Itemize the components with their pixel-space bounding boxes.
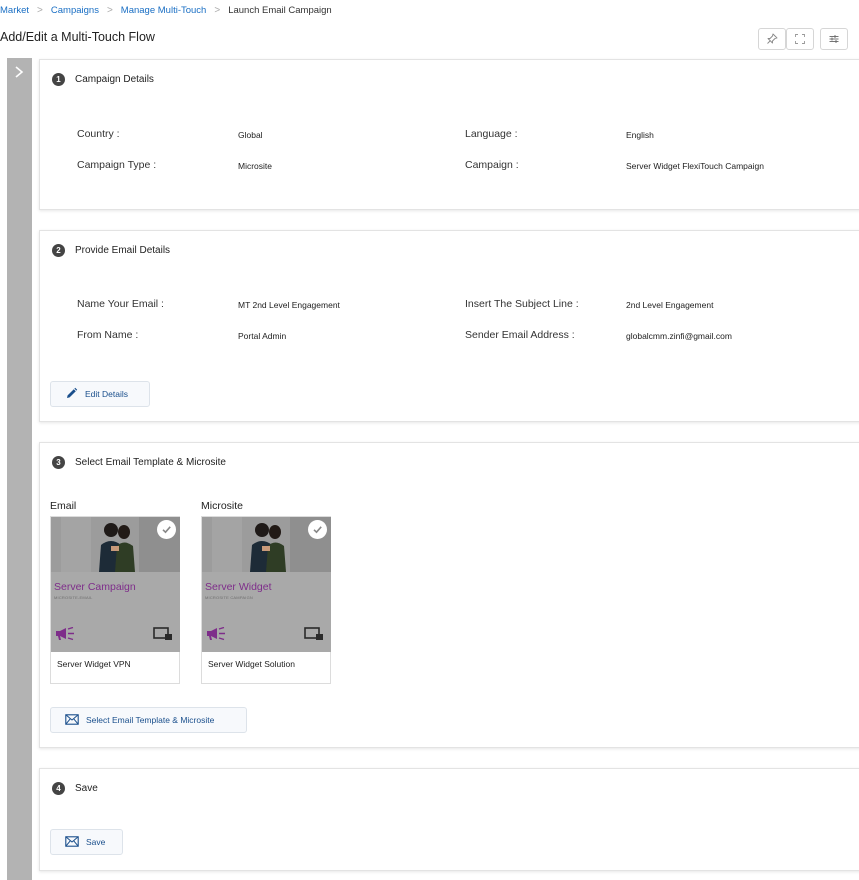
sender-email-value: globalcmm.zinfi@gmail.com <box>626 331 732 341</box>
save-title: Save <box>75 783 98 794</box>
template-selection-title: Select Email Template & Microsite <box>75 457 226 468</box>
country-label: Country : <box>77 128 120 140</box>
campaign-type-label: Campaign Type : <box>77 159 157 171</box>
save-panel: 4 Save Save <box>39 768 859 871</box>
template-selection-header: 3 Select Email Template & Microsite <box>52 456 226 469</box>
email-template-thumbnail: Server Campaign MICROSITE-EMAIL <box>51 517 180 652</box>
email-template-name: Server Widget VPN <box>57 659 131 669</box>
breadcrumb-separator-icon: > <box>106 4 113 16</box>
campaign-label: Campaign : <box>465 159 519 171</box>
sender-email-label: Sender Email Address : <box>465 329 575 341</box>
megaphone-icon <box>55 626 75 646</box>
select-template-label: Select Email Template & Microsite <box>86 715 215 725</box>
email-name-value: MT 2nd Level Engagement <box>238 300 340 310</box>
step-number-badge: 2 <box>52 244 65 257</box>
breadcrumb-market[interactable]: Market <box>0 5 29 16</box>
microsite-thumbnail-title: Server Widget <box>205 581 272 593</box>
country-value: Global <box>238 130 263 140</box>
email-thumbnail-title: Server Campaign <box>54 581 136 593</box>
subject-line-label: Insert The Subject Line : <box>465 298 579 310</box>
desktop-icon <box>153 627 173 646</box>
expand-icon <box>794 33 806 45</box>
breadcrumb: Market > Campaigns > Manage Multi-Touch … <box>0 3 332 17</box>
chevron-right-icon[interactable] <box>13 65 25 84</box>
envelope-icon <box>65 835 86 849</box>
step-number-badge: 4 <box>52 782 65 795</box>
pin-button[interactable] <box>758 28 786 50</box>
email-details-title: Provide Email Details <box>75 245 171 256</box>
language-value: English <box>626 130 654 140</box>
email-heading: Email <box>50 500 77 512</box>
microsite-heading: Microsite <box>201 500 244 512</box>
save-button[interactable]: Save <box>50 829 123 855</box>
campaign-details-header: 1 Campaign Details <box>52 73 154 86</box>
email-details-panel: 2 Provide Email Details Name Your Email … <box>39 230 859 422</box>
breadcrumb-separator-icon: > <box>37 4 43 16</box>
save-header: 4 Save <box>52 782 98 795</box>
desktop-icon <box>304 627 324 646</box>
edit-details-label: Edit Details <box>85 389 128 399</box>
microsite-template-card[interactable]: Server Widget MICROSITE CAMPAIGN Server … <box>201 516 331 684</box>
step-number-badge: 1 <box>52 73 65 86</box>
microsite-template-name: Server Widget Solution <box>208 659 295 669</box>
microsite-template-thumbnail: Server Widget MICROSITE CAMPAIGN <box>202 517 331 652</box>
campaign-type-value: Microsite <box>238 161 273 171</box>
from-name-value: Portal Admin <box>238 331 287 341</box>
breadcrumb-current: Launch Email Campaign <box>228 4 332 16</box>
subject-line-value: 2nd Level Engagement <box>626 300 714 310</box>
selected-check-icon <box>308 520 327 539</box>
language-label: Language : <box>465 128 518 140</box>
campaign-value: Server Widget FlexiTouch Campaign <box>626 161 764 171</box>
campaign-details-panel: 1 Campaign Details Country : Global Lang… <box>39 59 859 210</box>
selected-check-icon <box>157 520 176 539</box>
from-name-label: From Name : <box>77 329 139 341</box>
envelope-icon <box>65 713 86 727</box>
pencil-icon <box>65 387 85 402</box>
email-template-card[interactable]: Server Campaign MICROSITE-EMAIL Server W… <box>50 516 180 684</box>
select-template-button[interactable]: Select Email Template & Microsite <box>50 707 247 733</box>
side-panel-rail[interactable] <box>7 58 32 880</box>
breadcrumb-campaigns[interactable]: Campaigns <box>51 5 99 16</box>
campaign-details-title: Campaign Details <box>75 74 154 85</box>
save-label: Save <box>86 837 106 847</box>
edit-details-button[interactable]: Edit Details <box>50 381 150 407</box>
pin-icon <box>766 33 778 45</box>
email-details-header: 2 Provide Email Details <box>52 244 170 257</box>
breadcrumb-separator-icon: > <box>214 4 221 16</box>
email-name-label: Name Your Email : <box>77 298 164 310</box>
page-title: Add/Edit a Multi-Touch Flow <box>0 30 155 44</box>
fullscreen-button[interactable] <box>786 28 814 50</box>
microsite-thumbnail-subtitle: MICROSITE CAMPAIGN <box>205 595 253 600</box>
breadcrumb-manage-multi-touch[interactable]: Manage Multi-Touch <box>121 5 207 16</box>
template-selection-panel: 3 Select Email Template & Microsite Emai… <box>39 442 859 748</box>
step-number-badge: 3 <box>52 456 65 469</box>
email-thumbnail-subtitle: MICROSITE-EMAIL <box>54 595 93 600</box>
settings-sliders-icon <box>828 33 840 45</box>
megaphone-icon <box>206 626 226 646</box>
settings-button[interactable] <box>820 28 848 50</box>
